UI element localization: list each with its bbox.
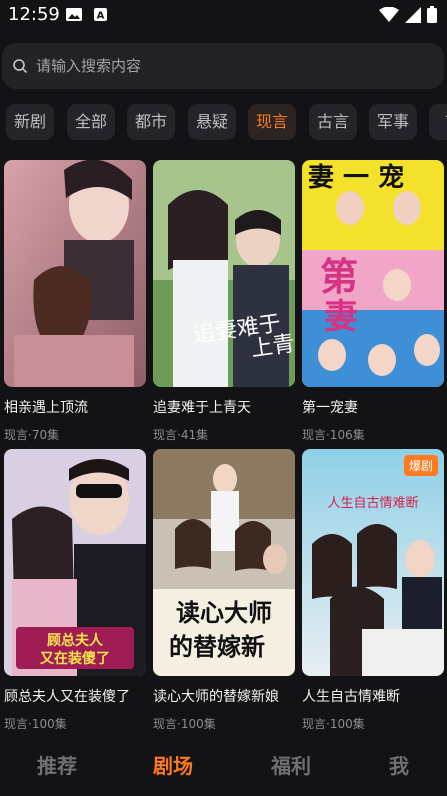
svg-text:妻: 妻 <box>324 297 358 337</box>
drama-card[interactable]: 读心大师 的替嫁新 读心大师的替嫁新娘 现言·100集 <box>153 449 295 732</box>
nav-benefits[interactable]: 福利 <box>271 750 311 779</box>
status-time: 12:59 <box>8 4 60 25</box>
nav-theater[interactable]: 剧场 <box>153 750 193 779</box>
tab-modern-romance[interactable]: 现言 <box>248 104 296 140</box>
status-bar: 12:59 A <box>0 0 447 32</box>
hot-badge: 爆剧 <box>403 455 438 476</box>
tab-new[interactable]: 新剧 <box>6 104 54 140</box>
tab-suspense[interactable]: 悬疑 <box>188 104 236 140</box>
signal-icon <box>405 6 421 23</box>
drama-title: 读心大师的替嫁新娘 <box>153 689 279 705</box>
drama-cover[interactable]: 妻 一 宠 第 妻 <box>302 160 444 387</box>
battery-icon <box>427 6 437 23</box>
drama-card[interactable]: 人生自古情难断 爆剧 人生自古情难断 现言·100集 <box>302 449 444 732</box>
drama-meta: 现言·100集 <box>302 717 365 731</box>
search-input[interactable] <box>34 56 418 76</box>
search-icon <box>13 59 28 74</box>
drama-title: 相亲遇上顶流 <box>4 400 88 416</box>
nav-recommend[interactable]: 推荐 <box>37 750 77 779</box>
category-tabs: 新剧 全部 都市 悬疑 现言 古言 军事 玄 <box>0 104 447 140</box>
search-bar[interactable] <box>2 43 444 89</box>
drama-title: 顾总夫人又在装傻了 <box>4 689 130 705</box>
svg-text:妻 一 宠: 妻 一 宠 <box>308 162 404 193</box>
svg-text:读心大师: 读心大师 <box>176 599 272 627</box>
svg-text:人生自古情难断: 人生自古情难断 <box>327 496 418 511</box>
svg-text:第: 第 <box>320 255 358 299</box>
drama-cover[interactable] <box>4 160 146 387</box>
drama-card[interactable]: 相亲遇上顶流 现言·70集 <box>4 160 146 443</box>
drama-card[interactable]: 妻 一 宠 第 妻 第一宠妻 现言·106集 <box>302 160 444 443</box>
tab-military[interactable]: 军事 <box>369 104 417 140</box>
drama-cover[interactable]: 追妻难于 上青天 <box>153 160 295 387</box>
drama-title: 第一宠妻 <box>302 400 358 416</box>
drama-cover[interactable]: 顾总夫人 又在装傻了 <box>4 449 146 676</box>
tab-fantasy[interactable]: 玄 <box>429 104 447 140</box>
drama-card[interactable]: 顾总夫人 又在装傻了 顾总夫人又在装傻了 现言·100集 <box>4 449 146 732</box>
drama-meta: 现言·41集 <box>153 428 209 442</box>
drama-meta: 现言·100集 <box>4 717 67 731</box>
notification-a-icon: A <box>94 8 107 21</box>
drama-cover[interactable]: 读心大师 的替嫁新 <box>153 449 295 676</box>
tab-all[interactable]: 全部 <box>67 104 115 140</box>
drama-meta: 现言·106集 <box>302 428 365 442</box>
drama-title: 追妻难于上青天 <box>153 400 251 416</box>
drama-cover[interactable]: 人生自古情难断 爆剧 <box>302 449 444 676</box>
gallery-icon <box>66 8 82 21</box>
nav-me[interactable]: 我 <box>389 750 409 779</box>
drama-card[interactable]: 追妻难于 上青天 追妻难于上青天 现言·41集 <box>153 160 295 443</box>
tab-ancient-romance[interactable]: 古言 <box>309 104 357 140</box>
tab-urban[interactable]: 都市 <box>127 104 175 140</box>
drama-meta: 现言·100集 <box>153 717 216 731</box>
drama-meta: 现言·70集 <box>4 428 60 442</box>
drama-title: 人生自古情难断 <box>302 689 400 705</box>
svg-text:顾总夫人: 顾总夫人 <box>47 632 104 649</box>
wifi-icon <box>379 6 399 22</box>
svg-text:又在装傻了: 又在装傻了 <box>40 650 110 667</box>
svg-text:A: A <box>97 11 105 22</box>
bottom-nav: 推荐 剧场 福利 我 <box>0 738 447 796</box>
svg-text:的替嫁新: 的替嫁新 <box>169 633 265 661</box>
